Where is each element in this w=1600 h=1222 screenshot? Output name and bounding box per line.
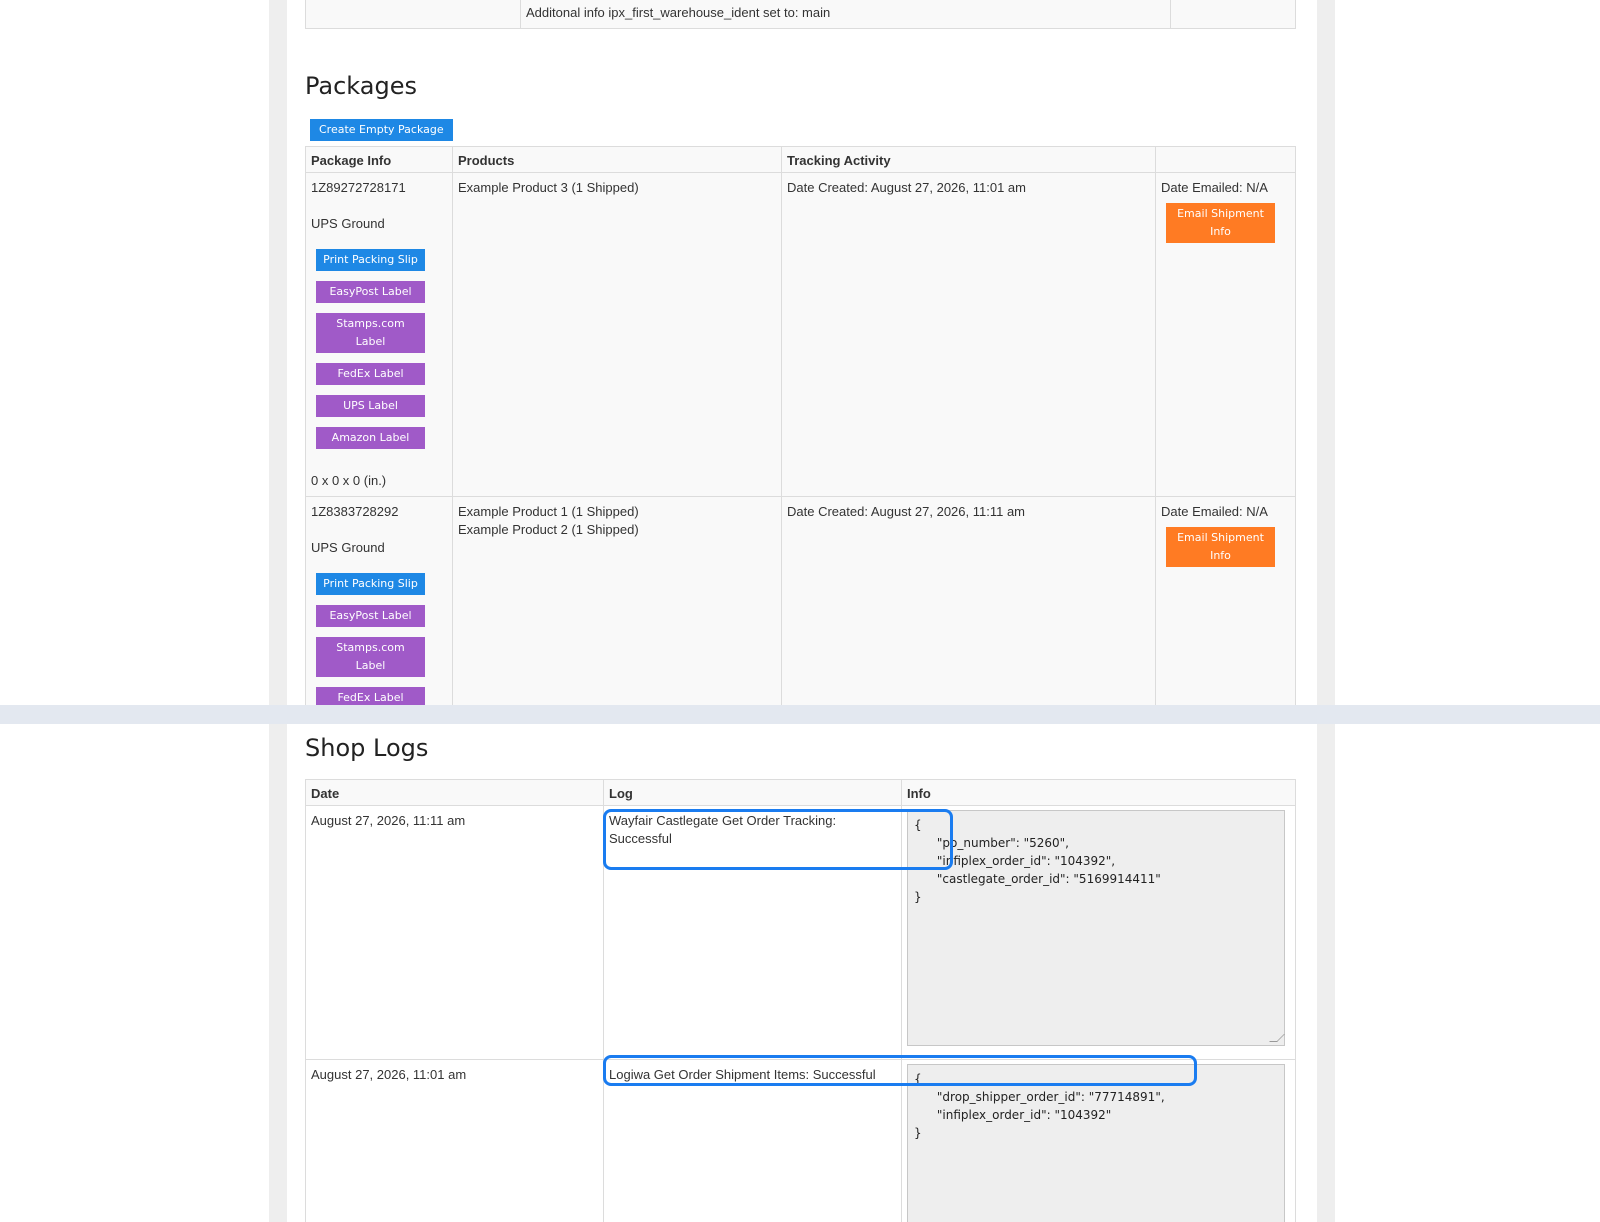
package-dimensions: 0 x 0 x 0 (in.) — [311, 473, 387, 488]
log-info-cell: { "po_number": "5260", "infiplex_order_i… — [901, 805, 1296, 1060]
fedex-label-button[interactable]: FedEx Label — [316, 363, 425, 385]
header-log: Log — [603, 779, 902, 806]
table-cell — [1170, 0, 1296, 29]
additional-info-text: Additonal info ipx_first_warehouse_ident… — [520, 0, 1171, 29]
table-row: August 27, 2026, 11:11 am Wayfair Castle… — [305, 805, 1296, 1060]
resize-handle-icon[interactable] — [1269, 1034, 1285, 1042]
package-info-cell: 1Z89272728171 UPS Ground Print Packing S… — [305, 172, 453, 497]
section-divider — [0, 705, 1600, 724]
table-header-row: Date Log Info — [305, 779, 1296, 806]
table-row: August 27, 2026, 11:01 am Logiwa Get Ord… — [305, 1059, 1296, 1222]
product-line: Example Product 2 (1 Shipped) — [458, 522, 639, 537]
shipping-service: UPS Ground — [311, 540, 385, 555]
create-empty-package-button[interactable]: Create Empty Package — [310, 119, 453, 141]
shop-logs-table: Date Log Info August 27, 2026, 11:11 am … — [305, 779, 1296, 1222]
log-info-cell: { "drop_shipper_order_id": "77714891", "… — [901, 1059, 1296, 1222]
header-tracking-activity: Tracking Activity — [781, 146, 1156, 173]
email-cell: Date Emailed: N/A Email Shipment Info — [1155, 496, 1296, 705]
header-date: Date — [305, 779, 604, 806]
package-row: 1Z8383728292 UPS Ground Print Packing Sl… — [305, 496, 1296, 705]
left-gutter — [269, 0, 287, 1222]
log-info-textarea[interactable]: { "po_number": "5260", "infiplex_order_i… — [907, 810, 1285, 1046]
header-products: Products — [452, 146, 782, 173]
tracking-number: 1Z8383728292 — [311, 504, 399, 519]
header-package-info: Package Info — [305, 146, 453, 173]
package-buttons: Print Packing Slip EasyPost Label Stamps… — [316, 573, 447, 705]
print-packing-slip-button[interactable]: Print Packing Slip — [316, 573, 425, 595]
log-info-textarea[interactable]: { "drop_shipper_order_id": "77714891", "… — [907, 1064, 1285, 1222]
log-info-json: { "drop_shipper_order_id": "77714891", "… — [914, 1072, 1165, 1140]
product-line: Example Product 1 (1 Shipped) — [458, 504, 639, 519]
packages-title: Packages — [305, 72, 417, 100]
header-info: Info — [901, 779, 1296, 806]
products-cell: Example Product 1 (1 Shipped) Example Pr… — [452, 496, 782, 705]
packages-table: Package Info Products Tracking Activity … — [305, 146, 1296, 705]
log-message: Logiwa Get Order Shipment Items: Success… — [603, 1059, 902, 1222]
email-cell: Date Emailed: N/A Email Shipment Info — [1155, 172, 1296, 497]
stamps-label-button[interactable]: Stamps.com Label — [316, 313, 425, 353]
table-header-row: Package Info Products Tracking Activity — [305, 146, 1296, 173]
shop-logs-title: Shop Logs — [305, 734, 429, 762]
tracking-activity-cell: Date Created: August 27, 2026, 11:11 am — [781, 496, 1156, 705]
date-emailed: Date Emailed: N/A — [1161, 180, 1268, 195]
log-date: August 27, 2026, 11:01 am — [305, 1059, 604, 1222]
stamps-label-button[interactable]: Stamps.com Label — [316, 637, 425, 677]
date-emailed: Date Emailed: N/A — [1161, 504, 1268, 519]
order-info-table: Additonal info ipx_first_warehouse_ident… — [305, 0, 1296, 29]
email-shipment-info-button[interactable]: Email Shipment Info — [1166, 527, 1275, 567]
tracking-number: 1Z89272728171 — [311, 180, 406, 195]
print-packing-slip-button[interactable]: Print Packing Slip — [316, 249, 425, 271]
amazon-label-button[interactable]: Amazon Label — [316, 427, 425, 449]
easypost-label-button[interactable]: EasyPost Label — [316, 605, 425, 627]
fedex-label-button[interactable]: FedEx Label — [316, 687, 425, 705]
email-shipment-info-button[interactable]: Email Shipment Info — [1166, 203, 1275, 243]
right-gutter — [1317, 0, 1335, 1222]
tracking-activity-cell: Date Created: August 27, 2026, 11:01 am — [781, 172, 1156, 497]
table-row: Additonal info ipx_first_warehouse_ident… — [305, 0, 1296, 29]
log-message: Wayfair Castlegate Get Order Tracking: S… — [603, 805, 902, 1060]
packages-panel: Additonal info ipx_first_warehouse_ident… — [287, 0, 1317, 705]
product-line: Example Product 3 (1 Shipped) — [458, 180, 639, 195]
easypost-label-button[interactable]: EasyPost Label — [316, 281, 425, 303]
log-info-json: { "po_number": "5260", "infiplex_order_i… — [914, 818, 1161, 904]
header-actions — [1155, 146, 1296, 173]
shop-logs-panel: Shop Logs Date Log Info August 27, 2026,… — [287, 724, 1317, 1222]
package-info-cell: 1Z8383728292 UPS Ground Print Packing Sl… — [305, 496, 453, 705]
ups-label-button[interactable]: UPS Label — [316, 395, 425, 417]
log-date: August 27, 2026, 11:11 am — [305, 805, 604, 1060]
products-cell: Example Product 3 (1 Shipped) — [452, 172, 782, 497]
table-cell — [305, 0, 521, 29]
package-row: 1Z89272728171 UPS Ground Print Packing S… — [305, 172, 1296, 497]
package-buttons: Print Packing Slip EasyPost Label Stamps… — [316, 249, 447, 449]
shipping-service: UPS Ground — [311, 216, 385, 231]
